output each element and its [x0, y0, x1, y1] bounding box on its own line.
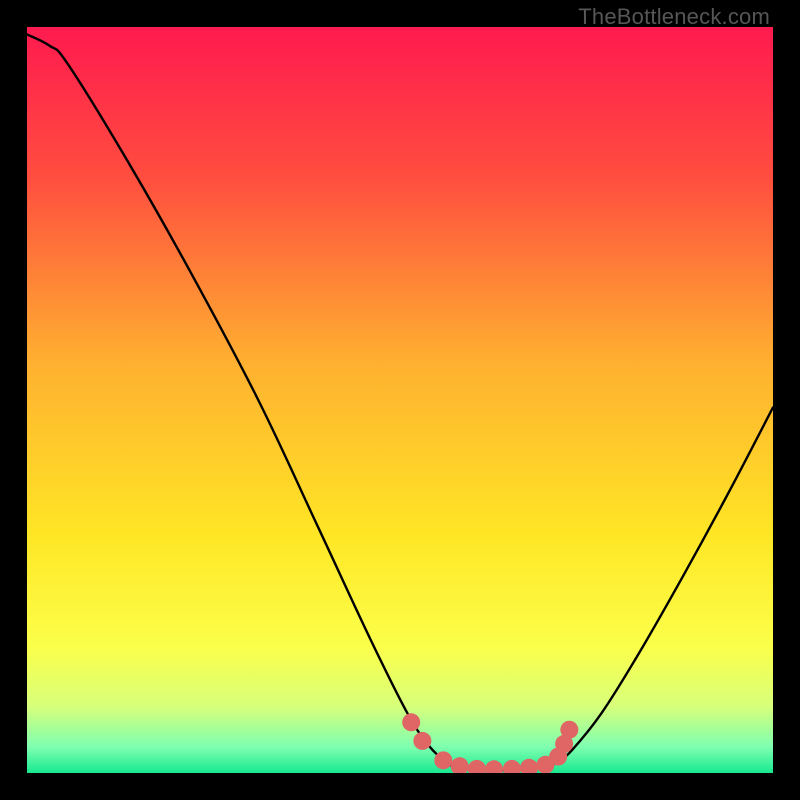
bottleneck-chart [27, 27, 773, 773]
dotted-highlight-point [402, 713, 420, 731]
dotted-highlight-point [434, 751, 452, 769]
gradient-background [27, 27, 773, 773]
chart-frame [27, 27, 773, 773]
dotted-highlight-point [413, 732, 431, 750]
dotted-highlight-point [560, 721, 578, 739]
